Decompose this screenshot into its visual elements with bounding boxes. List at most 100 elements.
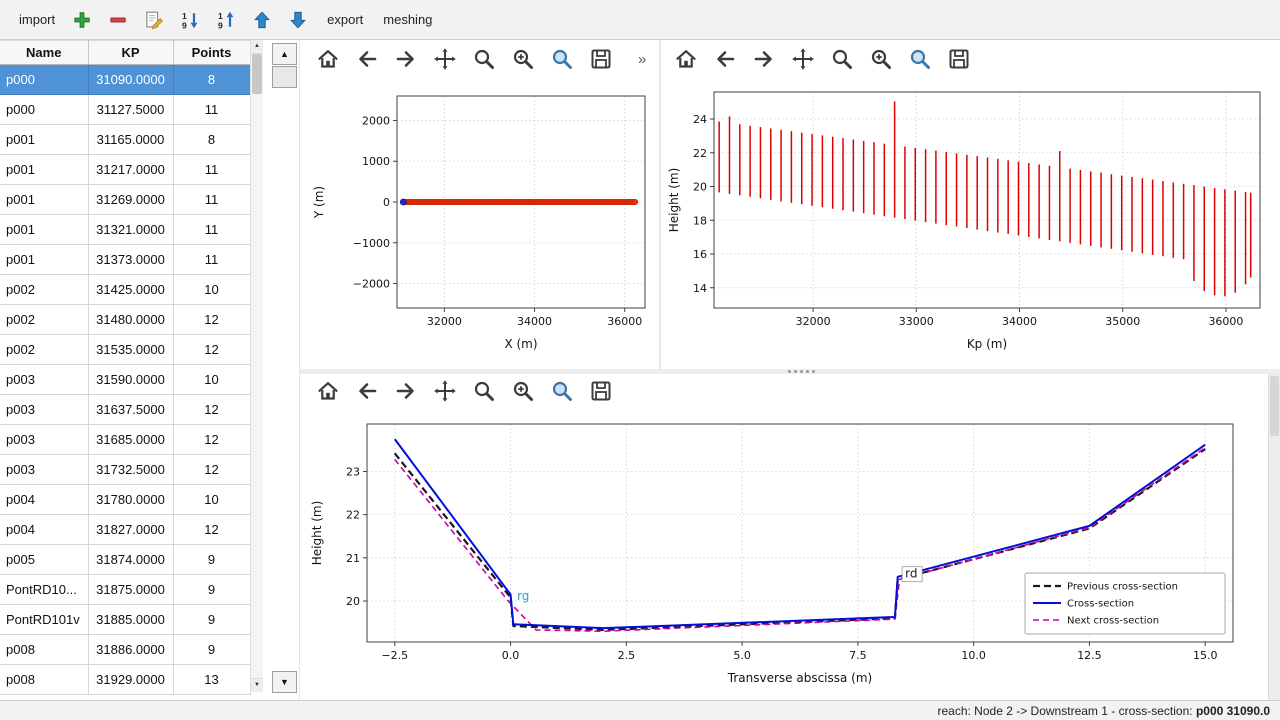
- home-button[interactable]: [672, 45, 702, 73]
- cell-kp[interactable]: 31885.0000: [88, 605, 173, 635]
- cell-points[interactable]: 11: [173, 215, 250, 245]
- table-row[interactable]: p00331685.000012: [0, 425, 250, 455]
- cell-kp[interactable]: 31685.0000: [88, 425, 173, 455]
- table-row[interactable]: p00331637.500012: [0, 395, 250, 425]
- cell-kp[interactable]: 31886.0000: [88, 635, 173, 665]
- cell-points[interactable]: 11: [173, 185, 250, 215]
- table-row[interactable]: p00831886.00009: [0, 635, 250, 665]
- cell-points[interactable]: 9: [173, 575, 250, 605]
- panel-scrollbar-thumb[interactable]: [272, 66, 297, 88]
- zoom-in-button[interactable]: [509, 45, 539, 73]
- cell-name[interactable]: PontRD10...: [0, 575, 88, 605]
- column-header-points[interactable]: Points: [173, 41, 250, 65]
- panel-scrollbar[interactable]: ▲ ▼: [272, 43, 297, 693]
- plan-view-chart[interactable]: 320003400036000−2000−1000010002000X (m)Y…: [303, 80, 659, 368]
- cell-points[interactable]: 8: [173, 125, 250, 155]
- forward-button[interactable]: [392, 377, 422, 405]
- cell-name[interactable]: p001: [0, 125, 88, 155]
- table-row[interactable]: p00331732.500012: [0, 455, 250, 485]
- cell-kp[interactable]: 31165.0000: [88, 125, 173, 155]
- toolbar-overflow[interactable]: »: [638, 51, 646, 68]
- pan-button[interactable]: [431, 45, 461, 73]
- cell-points[interactable]: 8: [173, 65, 250, 95]
- table-scrollbar-thumb[interactable]: [252, 54, 262, 94]
- cell-kp[interactable]: 31127.5000: [88, 95, 173, 125]
- cell-kp[interactable]: 31637.5000: [88, 395, 173, 425]
- table-row[interactable]: p00131217.000011: [0, 155, 250, 185]
- cell-points[interactable]: 12: [173, 305, 250, 335]
- cross-section-chart[interactable]: −2.50.02.55.07.510.012.515.020212223Tran…: [303, 410, 1269, 696]
- cell-name[interactable]: p001: [0, 155, 88, 185]
- back-button[interactable]: [353, 45, 383, 73]
- cell-points[interactable]: 12: [173, 455, 250, 485]
- cell-points[interactable]: 9: [173, 635, 250, 665]
- cell-name[interactable]: p000: [0, 95, 88, 125]
- cross-sections-table[interactable]: NameKPPoints p00031090.00008p00031127.50…: [0, 40, 251, 695]
- cell-kp[interactable]: 31827.0000: [88, 515, 173, 545]
- table-row[interactable]: p00131165.00008: [0, 125, 250, 155]
- cell-kp[interactable]: 31425.0000: [88, 275, 173, 305]
- sort-ascending-button[interactable]: 19: [214, 7, 240, 33]
- cell-name[interactable]: p002: [0, 335, 88, 365]
- cell-kp[interactable]: 31269.0000: [88, 185, 173, 215]
- cell-name[interactable]: p001: [0, 185, 88, 215]
- table-header-row[interactable]: NameKPPoints: [0, 41, 250, 65]
- table-row[interactable]: p00831929.000013: [0, 665, 250, 695]
- cell-points[interactable]: 12: [173, 395, 250, 425]
- cell-name[interactable]: p001: [0, 215, 88, 245]
- save-button[interactable]: [945, 45, 975, 73]
- cell-kp[interactable]: 31929.0000: [88, 665, 173, 695]
- table-row[interactable]: p00131269.000011: [0, 185, 250, 215]
- right-scrollbar-thumb[interactable]: [1270, 376, 1279, 436]
- table-scroll-down-button[interactable]: ▼: [251, 678, 263, 692]
- table-row[interactable]: p00131373.000011: [0, 245, 250, 275]
- table-row[interactable]: PontRD10...31875.00009: [0, 575, 250, 605]
- table-row[interactable]: p00431780.000010: [0, 485, 250, 515]
- column-header-kp[interactable]: KP: [88, 41, 173, 65]
- zoom-select-button[interactable]: [548, 377, 578, 405]
- zoom-in-button[interactable]: [509, 377, 539, 405]
- table-row[interactable]: p00231480.000012: [0, 305, 250, 335]
- cell-name[interactable]: PontRD101v: [0, 605, 88, 635]
- cell-kp[interactable]: 31780.0000: [88, 485, 173, 515]
- horizontal-splitter[interactable]: [300, 369, 1280, 374]
- remove-cross-section-button[interactable]: [106, 7, 132, 33]
- table-scroll-up-button[interactable]: ▲: [251, 40, 263, 54]
- right-vertical-scrollbar[interactable]: [1268, 374, 1280, 700]
- cell-name[interactable]: p008: [0, 635, 88, 665]
- cell-kp[interactable]: 31321.0000: [88, 215, 173, 245]
- zoom-button[interactable]: [470, 377, 500, 405]
- cell-name[interactable]: p004: [0, 515, 88, 545]
- cell-points[interactable]: 12: [173, 515, 250, 545]
- forward-button[interactable]: [750, 45, 780, 73]
- back-button[interactable]: [711, 45, 741, 73]
- cell-points[interactable]: 11: [173, 155, 250, 185]
- cell-kp[interactable]: 31732.5000: [88, 455, 173, 485]
- zoom-select-button[interactable]: [906, 45, 936, 73]
- table-row[interactable]: p00031127.500011: [0, 95, 250, 125]
- cell-kp[interactable]: 31874.0000: [88, 545, 173, 575]
- cell-name[interactable]: p000: [0, 65, 88, 95]
- table-row[interactable]: p00531874.00009: [0, 545, 250, 575]
- cell-points[interactable]: 13: [173, 665, 250, 695]
- cell-kp[interactable]: 31535.0000: [88, 335, 173, 365]
- home-button[interactable]: [314, 377, 344, 405]
- cell-name[interactable]: p008: [0, 665, 88, 695]
- table-row[interactable]: p00131321.000011: [0, 215, 250, 245]
- table-row[interactable]: p00031090.00008: [0, 65, 250, 95]
- home-button[interactable]: [314, 45, 344, 73]
- cell-name[interactable]: p003: [0, 455, 88, 485]
- panel-scroll-down-button[interactable]: ▼: [272, 671, 297, 693]
- cell-points[interactable]: 12: [173, 335, 250, 365]
- save-button[interactable]: [587, 45, 617, 73]
- sort-descending-button[interactable]: 19: [178, 7, 204, 33]
- cell-kp[interactable]: 31090.0000: [88, 65, 173, 95]
- cell-kp[interactable]: 31480.0000: [88, 305, 173, 335]
- column-header-name[interactable]: Name: [0, 41, 88, 65]
- table-row[interactable]: p00231425.000010: [0, 275, 250, 305]
- cell-points[interactable]: 10: [173, 485, 250, 515]
- import-button[interactable]: import: [14, 10, 60, 29]
- cell-name[interactable]: p003: [0, 395, 88, 425]
- cell-points[interactable]: 9: [173, 605, 250, 635]
- cell-name[interactable]: p003: [0, 365, 88, 395]
